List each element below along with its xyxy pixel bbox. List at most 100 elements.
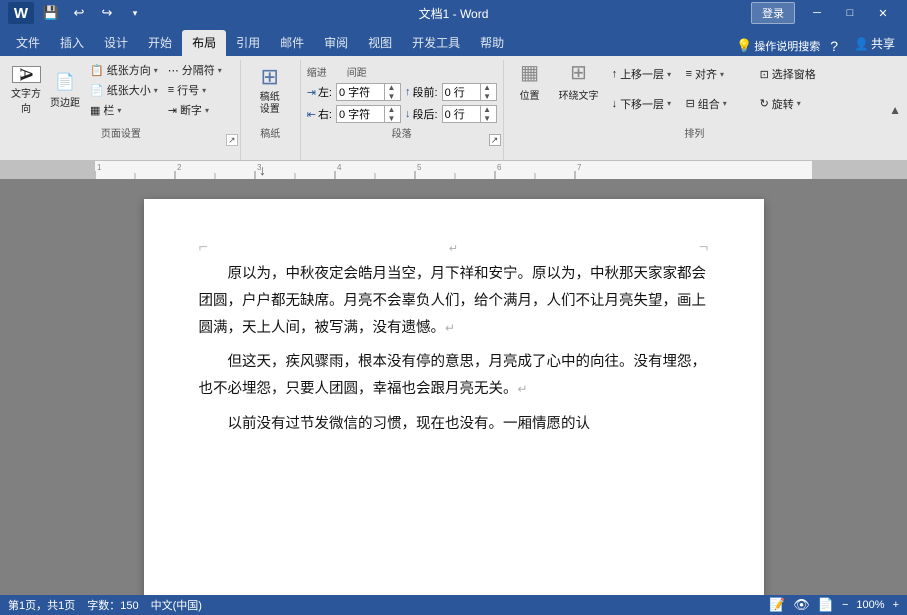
columns-button[interactable]: ▦ 栏 ▾ (86, 100, 162, 120)
columns-icon: ▦ (90, 104, 100, 117)
help-button[interactable]: ? (826, 38, 842, 54)
position-label[interactable]: 位置 (520, 87, 540, 102)
ribbon-collapse-button[interactable]: ▲ (885, 60, 905, 160)
window-minimize-button[interactable]: ─ (801, 3, 833, 23)
ribbon: A 文字方向 📄 页边距 📋 纸张方向 ▾ 📄 纸张大小 (0, 56, 907, 161)
paragraph-3[interactable]: 以前没有过节发微信的习惯，现在也没有。一厢情愿的认 (199, 411, 709, 438)
page-setup-expand-button[interactable]: ↗ (226, 134, 238, 146)
breaks-button[interactable]: ⋯ 分隔符 ▾ (164, 60, 234, 80)
tab-review[interactable]: 审阅 (314, 30, 358, 56)
indent-left-input[interactable]: 0 字符 ▲ ▼ (336, 83, 401, 101)
tab-file[interactable]: 文件 (6, 30, 50, 56)
paragraph-expand-button[interactable]: ↗ (489, 134, 501, 146)
rotate-icon: ↻ (760, 97, 769, 110)
spacing-after-down[interactable]: ▼ (481, 114, 494, 123)
login-button[interactable]: 登录 (751, 2, 795, 24)
spacing-before-down[interactable]: ▼ (481, 92, 494, 101)
spacing-after-spinners[interactable]: ▲ ▼ (480, 105, 494, 123)
lightbulb-icon: 💡 (736, 38, 752, 54)
window-close-button[interactable]: ✕ (867, 3, 899, 23)
page-corner-markers: ⌐ ↵ ⌐ (199, 239, 709, 261)
search-box[interactable]: 💡 操作说明搜索 (736, 38, 820, 54)
word-count: 字数：150 (87, 597, 138, 613)
indent-left-arrow-icon: ⇥ (307, 86, 316, 99)
page-content[interactable]: 原以为，中秋夜定会皓月当空，月下祥和安宁。原以为，中秋那天家家都会团圆，户户都无… (199, 261, 709, 438)
share-button[interactable]: 👤 共享 (848, 33, 901, 54)
zoom-in-button[interactable]: + (893, 599, 899, 611)
paragraph-content: 缩进 间距 ⇥ 左: 0 字符 ▲ ▼ ↑ 段前: (307, 60, 497, 123)
line-numbers-button[interactable]: ≡ 行号 ▾ (164, 80, 234, 100)
svg-text:2: 2 (177, 163, 182, 172)
spacing-before-input[interactable]: 0 行 ▲ ▼ (442, 83, 497, 101)
indent-right-input[interactable]: 0 字符 ▲ ▼ (336, 105, 401, 123)
tab-mailings[interactable]: 邮件 (270, 30, 314, 56)
tab-view[interactable]: 视图 (358, 30, 402, 56)
margins-label: 页边距 (50, 94, 80, 109)
spacing-before-up[interactable]: ▲ (481, 83, 494, 92)
text-direction-button[interactable]: A 文字方向 (8, 60, 44, 118)
page-setup-label: 页面设置 (8, 125, 234, 142)
group-icon: ⊟ (686, 97, 695, 110)
bring-forward-button[interactable]: ↑ 上移一层 ▾ (608, 64, 678, 84)
tab-design[interactable]: 设计 (94, 30, 138, 56)
indent-right-down[interactable]: ▼ (385, 114, 398, 123)
indent-right-spinners[interactable]: ▲ ▼ (384, 105, 398, 123)
page-size-button[interactable]: 📄 纸张大小 ▾ (86, 80, 162, 100)
page-size-label: 纸张大小 (107, 82, 151, 98)
quick-menu-button[interactable]: ▾ (124, 2, 146, 24)
tab-references[interactable]: 引用 (226, 30, 270, 56)
page-orientation-button[interactable]: 📋 纸张方向 ▾ (86, 60, 162, 80)
rotate-label: 旋转 (772, 96, 794, 112)
svg-text:4: 4 (337, 163, 342, 172)
svg-text:7: 7 (577, 163, 582, 172)
breaks-icon: ⋯ (168, 64, 179, 77)
manuscript-label: 稿纸设置 (260, 92, 280, 116)
paragraph-1[interactable]: 原以为，中秋夜定会皓月当空，月下祥和安宁。原以为，中秋那天家家都会团圆，户户都无… (199, 261, 709, 341)
text-wrap-label[interactable]: 环绕文字 (559, 87, 599, 102)
paper-label: 稿纸 (247, 125, 294, 142)
indent-left-up[interactable]: ▲ (385, 83, 398, 92)
indent-right-up[interactable]: ▲ (385, 105, 398, 114)
tab-layout[interactable]: 布局 (182, 30, 226, 56)
selection-pane-button[interactable]: ⊡ 选择窗格 (756, 64, 826, 84)
quick-save-button[interactable]: 💾 (40, 2, 62, 24)
spacing-before-spinners[interactable]: ▲ ▼ (480, 83, 494, 101)
paragraph-label: 段落 (307, 125, 497, 142)
indent-spacing-headers: 缩进 间距 (307, 64, 367, 79)
arrange-label: 排列 (510, 125, 880, 142)
indent-left-spinners[interactable]: ▲ ▼ (384, 83, 398, 101)
columns-label: 栏 (103, 102, 114, 118)
page-setup-content: A 文字方向 📄 页边距 📋 纸张方向 ▾ 📄 纸张大小 (8, 60, 234, 123)
tab-help[interactable]: 帮助 (470, 30, 514, 56)
zoom-out-button[interactable]: − (842, 599, 848, 611)
tab-insert[interactable]: 插入 (50, 30, 94, 56)
tab-home[interactable]: 开始 (138, 30, 182, 56)
send-backward-button[interactable]: ↓ 下移一层 ▾ (608, 94, 678, 114)
selection-pane-icon: ⊡ (760, 68, 769, 81)
word-logo-icon: W (8, 2, 34, 24)
spacing-after-input[interactable]: 0 行 ▲ ▼ (442, 105, 497, 123)
quick-redo-button[interactable]: ↪ (96, 2, 118, 24)
paper-content: ⊞ 稿纸设置 (247, 60, 294, 123)
group-button[interactable]: ⊟ 组合 ▾ (682, 94, 752, 114)
title-bar: W 💾 ↩ ↪ ▾ 文档1 - Word 登录 ─ □ ✕ (0, 0, 907, 26)
hyphenation-button[interactable]: ⇥ 断字 ▾ (164, 100, 234, 120)
svg-text:1: 1 (97, 163, 102, 172)
arrange-content: ▦ 位置 ⊞ 环绕文字 ↑ 上移一层 ▾ ↓ 下移一层 ▾ (510, 60, 880, 123)
paragraph-2[interactable]: 但这天，疾风骤雨，根本没有停的意思，月亮成了心中的向往。没有埋怨，也不必埋怨，只… (199, 349, 709, 403)
document-page[interactable]: ⌐ ↵ ⌐ 原以为，中秋夜定会皓月当空，月下祥和安宁。原以为，中秋那天家家都会团… (144, 199, 764, 595)
share-icon: 👤 (854, 37, 869, 51)
indent-left-value: 0 字符 (339, 84, 384, 100)
spacing-after-up[interactable]: ▲ (481, 105, 494, 114)
align-button[interactable]: ≡ 对齐 ▾ (682, 64, 752, 84)
tab-developer[interactable]: 开发工具 (402, 30, 470, 56)
margins-button[interactable]: 📄 页边距 (46, 60, 84, 118)
indent-left-down[interactable]: ▼ (385, 92, 398, 101)
rotate-button[interactable]: ↻ 旋转 ▾ (756, 94, 826, 114)
spacing-before-icon: ↑ (405, 86, 411, 98)
quick-undo-button[interactable]: ↩ (68, 2, 90, 24)
manuscript-setup-button[interactable]: ⊞ 稿纸设置 (247, 60, 293, 118)
ribbon-group-paragraph: 缩进 间距 ⇥ 左: 0 字符 ▲ ▼ ↑ 段前: (301, 60, 504, 160)
document-area[interactable]: ⌐ ↵ ⌐ 原以为，中秋夜定会皓月当空，月下祥和安宁。原以为，中秋那天家家都会团… (0, 179, 907, 595)
window-maximize-button[interactable]: □ (834, 3, 866, 23)
